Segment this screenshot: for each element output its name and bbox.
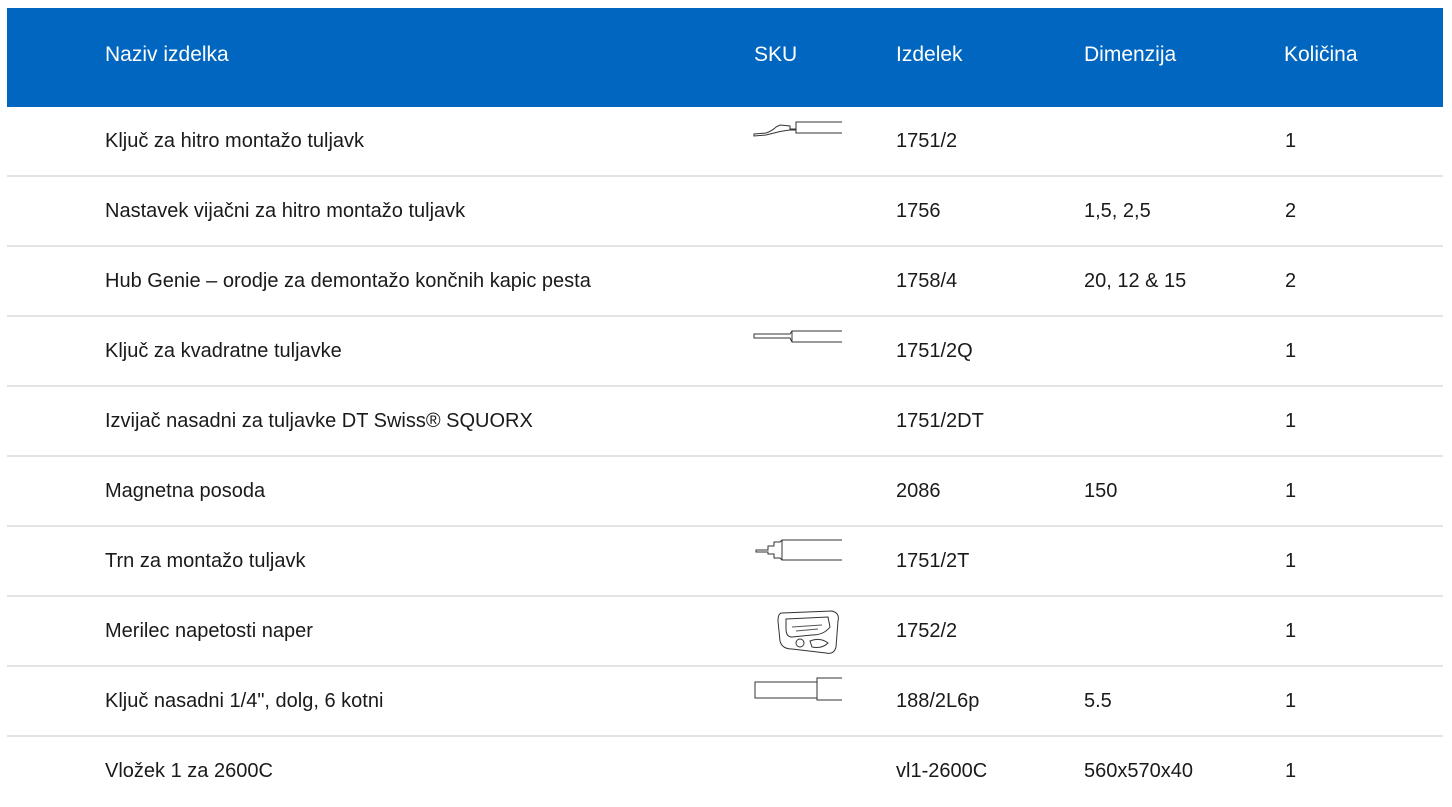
table-row: Izvijač nasadni za tuljavke DT Swiss® SQ… [7, 387, 1443, 457]
row-quantity: 1 [1285, 340, 1297, 362]
row-quantity: 1 [1285, 410, 1297, 432]
product-table: Naziv izdelka SKU Izdelek Dimenzija Koli… [7, 8, 1443, 805]
row-name: Ključ nasadni 1/4", dolg, 6 kotni [105, 690, 384, 712]
row-item: 1751/2Q [896, 340, 973, 362]
row-quantity: 1 [1285, 620, 1297, 642]
row-name: Ključ za kvadratne tuljavke [105, 340, 342, 362]
row-item: 1752/2 [896, 620, 958, 642]
row-name: Izvijač nasadni za tuljavke DT Swiss® SQ… [105, 410, 533, 432]
row-item: 1756 [896, 200, 941, 222]
row-quantity: 1 [1285, 760, 1297, 782]
table-row: Vložek 1 za 2600C vl1-2600C 560x570x40 1 [7, 737, 1443, 805]
row-item: 1751/2DT [896, 410, 984, 432]
row-item: 1751/2 [896, 130, 958, 152]
row-quantity: 1 [1285, 480, 1297, 502]
row-quantity: 2 [1285, 200, 1297, 222]
row-item: 1751/2T [896, 550, 970, 572]
row-quantity: 1 [1285, 550, 1297, 572]
row-dimension: 20, 12 & 15 [1084, 270, 1187, 292]
row-item: 2086 [896, 480, 941, 502]
header-item[interactable]: Izdelek [896, 8, 963, 107]
row-item: vl1-2600C [896, 760, 988, 782]
row-name: Trn za montažo tuljavk [105, 550, 306, 572]
table-row: Hub Genie – orodje za demontažo končnih … [7, 247, 1443, 317]
socket-long-icon [752, 677, 842, 727]
row-name: Magnetna posoda [105, 480, 266, 502]
row-name: Nastavek vijačni za hitro montažo tuljav… [105, 200, 466, 222]
nipple-holder-icon [752, 537, 842, 587]
table-row: Ključ za hitro montažo tuljavk 1751/2 1 [7, 107, 1443, 177]
table-row: Nastavek vijačni za hitro montažo tuljav… [7, 177, 1443, 247]
row-name: Ključ za hitro montažo tuljavk [105, 130, 365, 152]
row-dimension: 5.5 [1084, 690, 1112, 712]
row-quantity: 1 [1285, 130, 1297, 152]
row-quantity: 1 [1285, 690, 1297, 712]
spoke-wrench-straight-icon [752, 327, 842, 377]
table-row: Magnetna posoda 2086 150 1 [7, 457, 1443, 527]
row-dimension: 1,5, 2,5 [1084, 200, 1151, 222]
row-dimension: 150 [1084, 480, 1118, 502]
header-sku[interactable]: SKU [754, 8, 797, 107]
row-item: 1758/4 [896, 270, 958, 292]
table-row: Ključ nasadni 1/4", dolg, 6 kotni 188/2L… [7, 667, 1443, 737]
table-header: Naziv izdelka SKU Izdelek Dimenzija Koli… [7, 8, 1443, 107]
spoke-wrench-bent-icon [752, 117, 842, 167]
row-name: Hub Genie – orodje za demontažo končnih … [105, 270, 591, 292]
table-row: Trn za montažo tuljavk 1751/2T 1 [7, 527, 1443, 597]
row-name: Merilec napetosti naper [105, 620, 313, 642]
row-dimension: 560x570x40 [1084, 760, 1193, 782]
header-dimension[interactable]: Dimenzija [1084, 8, 1176, 107]
table-row: Ključ za kvadratne tuljavke 1751/2Q 1 [7, 317, 1443, 387]
row-quantity: 2 [1285, 270, 1297, 292]
tension-meter-icon [752, 607, 842, 657]
row-name: Vložek 1 za 2600C [105, 760, 273, 782]
header-quantity[interactable]: Količina [1284, 8, 1358, 107]
header-name[interactable]: Naziv izdelka [105, 8, 229, 107]
row-item: 188/2L6p [896, 690, 980, 712]
table-row: Merilec napetosti naper 1752/2 1 [7, 597, 1443, 667]
